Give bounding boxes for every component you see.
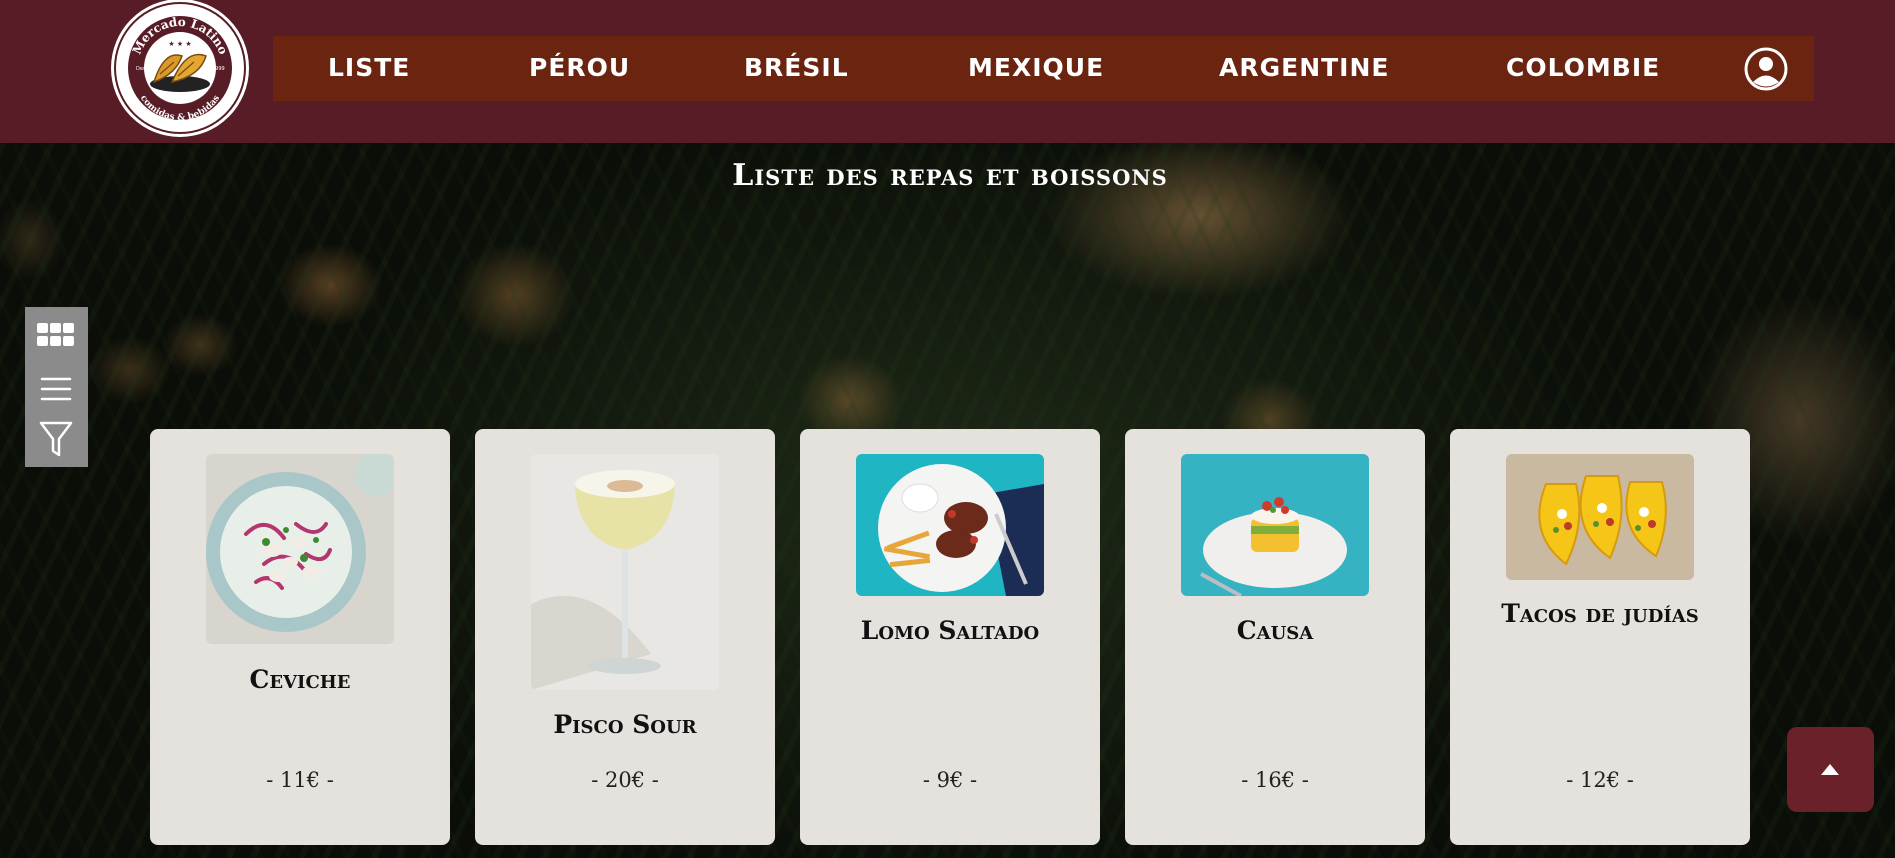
view-toolbar bbox=[25, 307, 88, 467]
nav-item-argentine[interactable]: ARGENTINE bbox=[1219, 53, 1389, 82]
logo-image: Mercado Latino comidas & bebidas Desde 1… bbox=[120, 8, 240, 128]
product-name: Tacos de judías bbox=[1501, 599, 1699, 628]
nav-item-liste[interactable]: LISTE bbox=[328, 53, 410, 82]
product-photo bbox=[1506, 454, 1694, 580]
grid-icon[interactable] bbox=[35, 315, 77, 355]
product-photo bbox=[206, 454, 394, 644]
product-name: Pisco Sour bbox=[553, 710, 697, 739]
main-nav: LISTE PÉROU BRÉSIL MEXIQUE ARGENTINE COL… bbox=[273, 36, 1814, 101]
svg-text:Desde: Desde bbox=[136, 66, 152, 72]
filter-icon[interactable] bbox=[35, 419, 77, 459]
product-price: - 12€ - bbox=[1566, 768, 1634, 792]
product-card-tacos-de-judias[interactable]: Tacos de judías - 12€ - bbox=[1450, 429, 1750, 845]
page-title: Liste des repas et boissons bbox=[732, 158, 1168, 193]
scroll-to-top-button[interactable] bbox=[1787, 727, 1874, 812]
svg-text:★ ★ ★: ★ ★ ★ bbox=[168, 40, 191, 48]
product-card-pisco-sour[interactable]: Pisco Sour - 20€ - bbox=[475, 429, 775, 845]
product-photo bbox=[856, 454, 1044, 596]
site-header: Mercado Latino comidas & bebidas Desde 1… bbox=[0, 0, 1895, 143]
logo[interactable]: Mercado Latino comidas & bebidas Desde 1… bbox=[114, 2, 246, 134]
product-price: - 20€ - bbox=[591, 768, 659, 792]
product-card-ceviche[interactable]: Ceviche - 11€ - bbox=[150, 429, 450, 845]
nav-item-mexique[interactable]: MEXIQUE bbox=[968, 53, 1104, 82]
product-name: Ceviche bbox=[249, 665, 351, 694]
product-card-lomo-saltado[interactable]: Lomo Saltado - 9€ - bbox=[800, 429, 1100, 845]
product-photo bbox=[1181, 454, 1369, 596]
product-photo bbox=[531, 454, 719, 690]
nav-item-colombie[interactable]: COLOMBIE bbox=[1506, 53, 1660, 82]
product-price: - 9€ - bbox=[922, 768, 978, 792]
product-name: Causa bbox=[1236, 616, 1314, 645]
product-price: - 11€ - bbox=[266, 768, 334, 792]
list-icon[interactable] bbox=[35, 369, 77, 409]
arrow-up-icon bbox=[1821, 764, 1839, 775]
nav-item-bresil[interactable]: BRÉSIL bbox=[744, 53, 849, 82]
user-account-icon[interactable] bbox=[1744, 47, 1788, 91]
nav-item-perou[interactable]: PÉROU bbox=[529, 53, 630, 82]
product-card-causa[interactable]: Causa - 16€ - bbox=[1125, 429, 1425, 845]
product-name: Lomo Saltado bbox=[860, 616, 1040, 645]
product-price: - 16€ - bbox=[1241, 768, 1309, 792]
svg-text:1999: 1999 bbox=[212, 66, 225, 72]
